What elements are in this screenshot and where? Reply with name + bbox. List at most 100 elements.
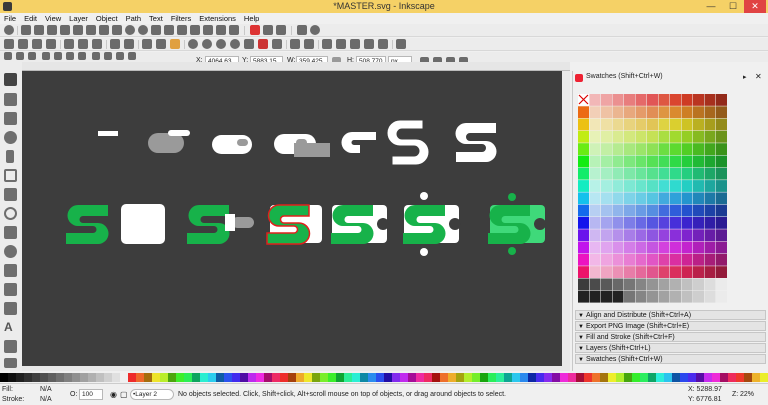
swatch-cell[interactable]: [635, 94, 647, 106]
palette-swatch[interactable]: [624, 373, 632, 382]
swatch-cell[interactable]: [612, 130, 624, 143]
swatch-cell[interactable]: [716, 204, 727, 217]
palette-swatch[interactable]: [312, 373, 320, 382]
palette-swatch[interactable]: [432, 373, 440, 382]
palette-swatch[interactable]: [40, 373, 48, 382]
swatch-cell[interactable]: [658, 241, 670, 254]
pencil-icon[interactable]: [4, 264, 17, 277]
swatch-cell[interactable]: [658, 118, 670, 131]
eraser-icon[interactable]: [4, 358, 17, 368]
palette-swatch[interactable]: [552, 373, 560, 382]
swatch-cell[interactable]: [647, 241, 658, 254]
palette-swatch[interactable]: [280, 373, 288, 382]
palette-swatch[interactable]: [152, 373, 160, 382]
swatch-cell[interactable]: [578, 180, 589, 192]
swatch-cell[interactable]: [670, 290, 681, 303]
panel-swatches[interactable]: ▼ Swatches (Shift+Ctrl+W): [575, 354, 766, 364]
palette-swatch[interactable]: [56, 373, 64, 382]
swatch-cell[interactable]: [681, 94, 693, 106]
swatch-cell[interactable]: [704, 290, 716, 303]
swatch-cell[interactable]: [704, 143, 716, 155]
swatch-cell[interactable]: [693, 253, 704, 266]
swatch-cell[interactable]: [601, 180, 612, 192]
palette-swatch[interactable]: [112, 373, 120, 382]
swatch-grid[interactable]: [578, 94, 765, 305]
swatch-cell[interactable]: [704, 118, 716, 131]
panel-align-distribute[interactable]: ▼ Align and Distribute (Shift+Ctrl+A): [575, 310, 766, 320]
swatch-cell[interactable]: [647, 180, 658, 192]
swatch-cell[interactable]: [635, 155, 647, 168]
save-icon[interactable]: [32, 39, 42, 49]
palette-swatch[interactable]: [384, 373, 392, 382]
node-icon[interactable]: [4, 93, 17, 106]
menu-view[interactable]: View: [41, 13, 65, 24]
swatch-cell[interactable]: [624, 290, 635, 303]
swatch-cell[interactable]: [658, 253, 670, 266]
swatch-cell[interactable]: [716, 130, 727, 143]
swatch-cell[interactable]: [670, 106, 681, 119]
swatch-cell[interactable]: [612, 118, 624, 131]
palette-swatch[interactable]: [344, 373, 352, 382]
grid-toggle-icon[interactable]: [297, 25, 307, 35]
palette-swatch[interactable]: [168, 373, 176, 382]
tweak-icon[interactable]: [4, 112, 17, 125]
menu-layer[interactable]: Layer: [65, 13, 92, 24]
swatch-cell[interactable]: [601, 229, 612, 242]
swatch-cell[interactable]: [693, 278, 704, 291]
palette-swatch[interactable]: [296, 373, 304, 382]
copy-icon[interactable]: [142, 39, 152, 49]
palette-swatch[interactable]: [664, 373, 672, 382]
swatch-cell[interactable]: [681, 241, 693, 254]
palette-swatch[interactable]: [648, 373, 656, 382]
swatch-cell[interactable]: [658, 290, 670, 303]
palette-swatch[interactable]: [184, 373, 192, 382]
swatch-cell[interactable]: [681, 106, 693, 119]
palette-swatch[interactable]: [736, 373, 744, 382]
snap-bbox-midpoint-icon[interactable]: [60, 25, 70, 35]
palette-swatch[interactable]: [128, 373, 136, 382]
swatch-cell[interactable]: [670, 253, 681, 266]
snap-nodes-icon[interactable]: [86, 25, 96, 35]
zoom-value[interactable]: 22%: [740, 391, 754, 398]
swatch-cell[interactable]: [704, 192, 716, 205]
swatch-cell[interactable]: [589, 229, 601, 242]
swatch-cell[interactable]: [635, 143, 647, 155]
swatch-cell[interactable]: [658, 278, 670, 291]
palette-swatch[interactable]: [464, 373, 472, 382]
swatch-cell[interactable]: [578, 118, 589, 131]
menu-object[interactable]: Object: [92, 13, 122, 24]
swatch-cell[interactable]: [681, 192, 693, 205]
swatch-cell[interactable]: [624, 229, 635, 242]
snap-paths-icon[interactable]: [99, 25, 109, 35]
swatch-cell[interactable]: [658, 167, 670, 180]
swatch-cell[interactable]: [693, 143, 704, 155]
swatch-cell[interactable]: [635, 217, 647, 229]
palette-swatch[interactable]: [592, 373, 600, 382]
swatch-cell[interactable]: [578, 192, 589, 205]
swatch-cell[interactable]: [612, 290, 624, 303]
swatch-cell[interactable]: [693, 241, 704, 254]
swatch-cell[interactable]: [624, 204, 635, 217]
swatch-cell[interactable]: [578, 204, 589, 217]
palette-swatch[interactable]: [96, 373, 104, 382]
swatch-cell[interactable]: [635, 266, 647, 278]
zoom-selection-icon[interactable]: [188, 39, 198, 49]
new-document-icon[interactable]: [4, 39, 14, 49]
swatch-cell[interactable]: [670, 204, 681, 217]
palette-swatch[interactable]: [408, 373, 416, 382]
swatch-cell[interactable]: [658, 94, 670, 106]
swatch-cell[interactable]: [624, 118, 635, 131]
swatch-cell[interactable]: [647, 217, 658, 229]
swatch-cell[interactable]: [612, 229, 624, 242]
swatch-cell[interactable]: [647, 130, 658, 143]
swatch-cell[interactable]: [624, 167, 635, 180]
swatch-cell[interactable]: [589, 253, 601, 266]
spiral-icon[interactable]: [4, 245, 17, 258]
swatch-cell[interactable]: [601, 130, 612, 143]
fill-stroke-icon[interactable]: [322, 39, 332, 49]
vertical-scrollbar[interactable]: [562, 71, 570, 371]
palette-swatch[interactable]: [560, 373, 568, 382]
swatch-cell[interactable]: [681, 217, 693, 229]
swatch-cell[interactable]: [601, 167, 612, 180]
swatch-cell[interactable]: [624, 192, 635, 205]
